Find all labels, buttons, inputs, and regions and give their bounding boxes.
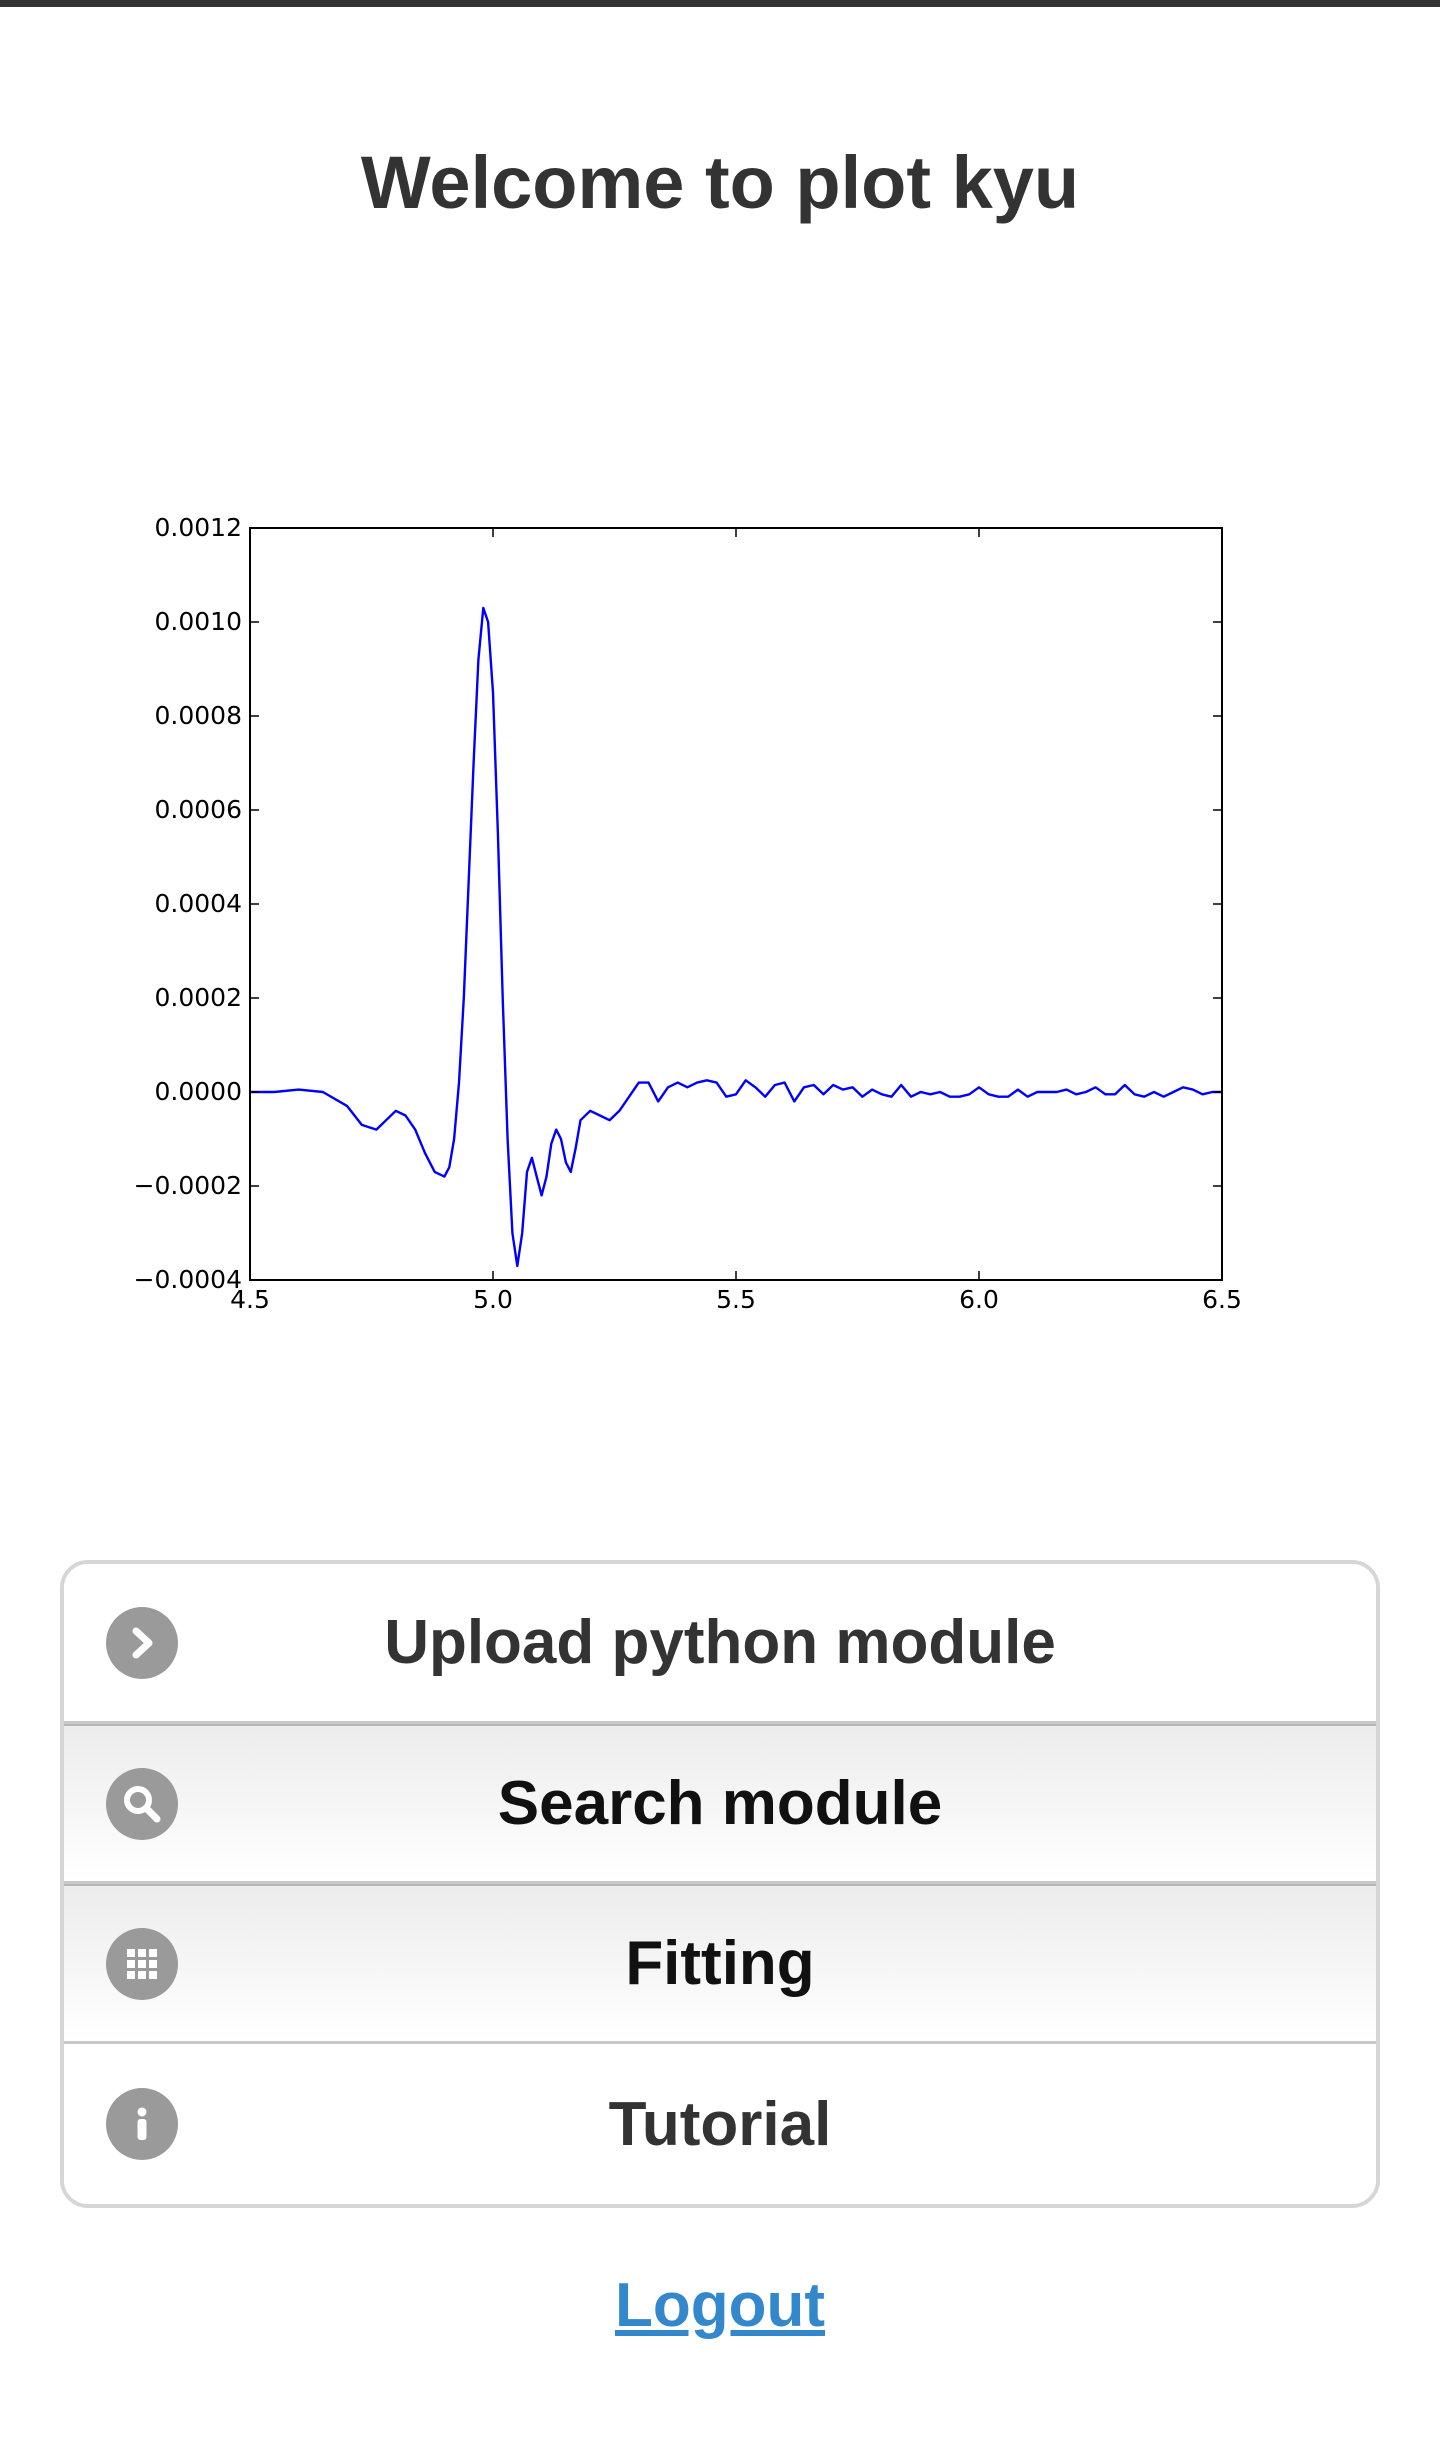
y-tick-label: 0.0000 [155,1077,242,1106]
menu-item-label: Search module [497,1769,943,1838]
menu-item-label: Fitting [625,1929,815,1998]
y-tick-label: 0.0006 [155,795,242,824]
search-icon [106,1767,178,1840]
x-tick-label: 5.0 [473,1285,513,1314]
y-tick-label: −0.0002 [134,1171,242,1200]
y-tick-label: 0.0010 [155,607,242,636]
grid-icon [106,1927,178,2000]
page-title: Welcome to plot kyu [360,141,1080,224]
info-icon [106,2088,178,2160]
menu-item-fitting[interactable]: Fitting [64,1884,1376,2044]
line-chart: 4.5 5.0 5.5 6.0 6.5 −0.0004 −0.0002 0.0000 0.000… [0,480,1440,1360]
chevron-right-icon [106,1606,178,1679]
y-tick-label: 0.0008 [155,701,242,730]
logout-link[interactable]: Logout [615,2271,825,2340]
main-menu: Upload python module Search module Fitti… [60,1560,1380,2208]
menu-item-search-module[interactable]: Search module [64,1724,1376,1884]
y-tick-label: −0.0004 [134,1265,242,1294]
y-tick-label: 0.0004 [155,889,242,918]
x-tick-label: 5.5 [716,1285,756,1314]
y-tick-label: 0.0012 [155,513,242,542]
menu-item-label: Upload python module [384,1608,1056,1677]
chart-svg: 4.5 5.0 5.5 6.0 6.5−0.0004−0.00020.00000.000… [134,513,1242,1314]
menu-item-tutorial[interactable]: Tutorial [64,2044,1376,2204]
x-tick-label: 6.0 [959,1285,999,1314]
plot-frame [249,527,1223,1281]
data-line [250,606,1222,1268]
menu-item-upload-python-module[interactable]: Upload python module [64,1564,1376,1724]
y-tick-label: 0.0002 [155,983,242,1012]
x-tick-label: 6.5 [1202,1285,1242,1314]
menu-item-label: Tutorial [608,2089,832,2159]
top-rule [0,0,1440,7]
logout-container: Logout [0,2270,1440,2341]
